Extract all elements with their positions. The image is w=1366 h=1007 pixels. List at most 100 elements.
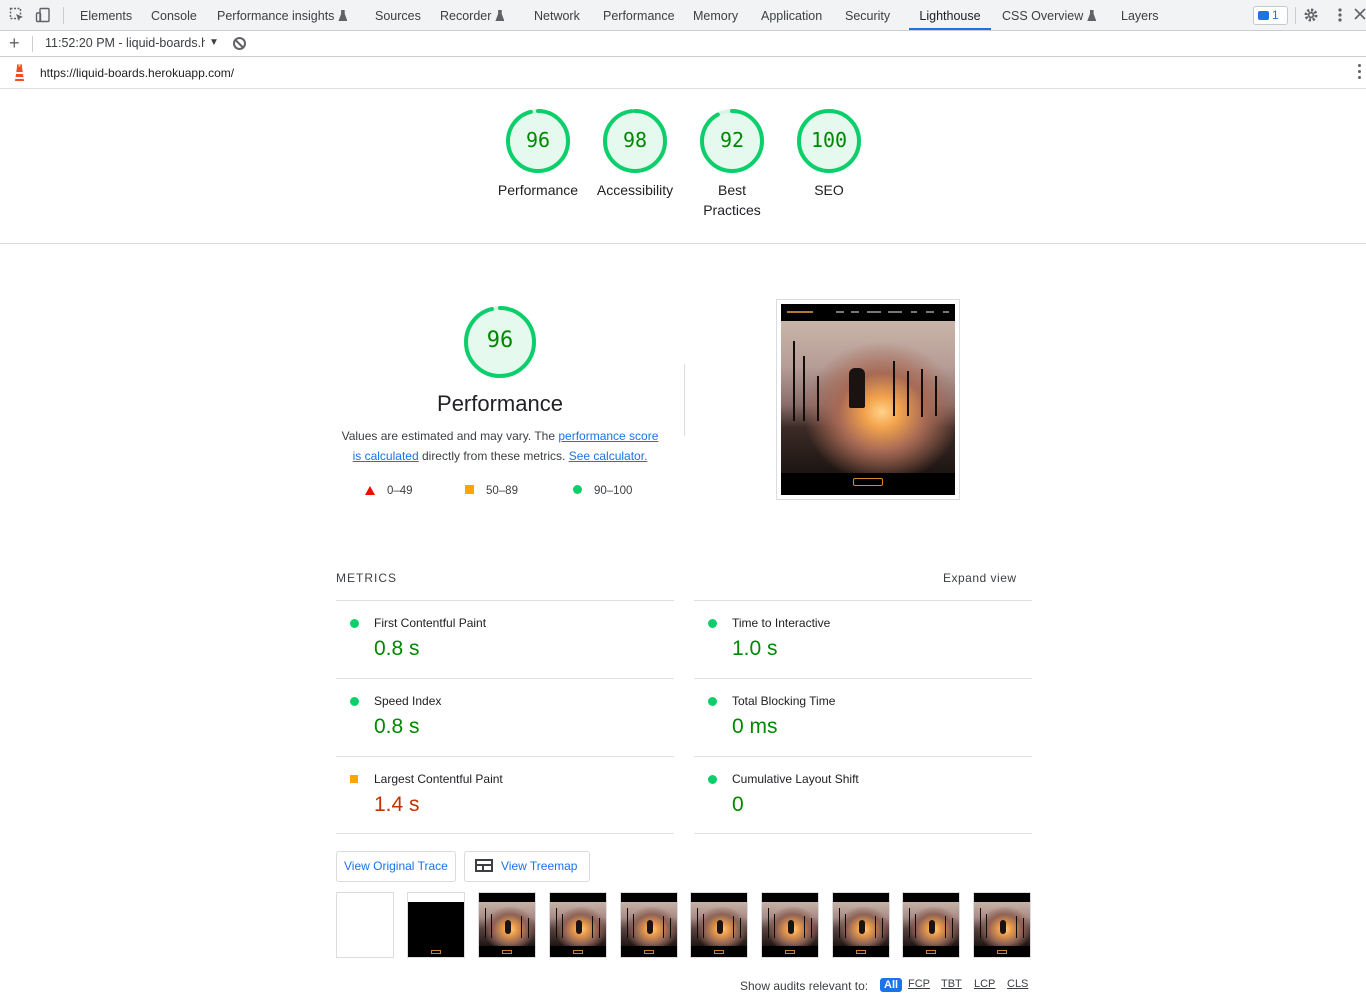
legend-pass: 90–100 xyxy=(573,485,632,497)
pass-circle-icon xyxy=(350,697,359,706)
tab-layers[interactable]: Layers xyxy=(1121,0,1159,30)
metric-tbt: Total Blocking Time 0 ms xyxy=(694,678,1032,756)
filmstrip-frame xyxy=(336,892,394,958)
tab-console[interactable]: Console xyxy=(151,0,197,30)
gauge-seo[interactable]: 100 SEO xyxy=(779,108,879,200)
metric-lcp: Largest Contentful Paint 1.4 s xyxy=(336,756,674,834)
final-screenshot[interactable] xyxy=(776,299,960,500)
tab-css-overview[interactable]: CSS Overview xyxy=(1002,0,1097,30)
metric-name: First Contentful Paint xyxy=(374,616,487,630)
category-label: SEO xyxy=(814,182,844,198)
devtools-tab-bar: Elements Console Performance insights So… xyxy=(0,0,1366,31)
gauge-performance[interactable]: 96 Performance xyxy=(488,108,588,200)
filmstrip-frame xyxy=(832,892,890,958)
tab-label: CSS Overview xyxy=(1002,9,1084,23)
device-toolbar-icon[interactable] xyxy=(35,7,51,23)
score-value: 96 xyxy=(486,328,514,353)
filmstrip-frame xyxy=(690,892,748,958)
legend-average: 50–89 xyxy=(465,485,518,497)
metric-speed-index: Speed Index 0.8 s xyxy=(336,678,674,756)
screenshot-image xyxy=(781,304,955,495)
section-divider xyxy=(0,243,1366,244)
metrics-bottom-rule xyxy=(694,833,1032,834)
tab-performance-insights[interactable]: Performance insights xyxy=(217,0,348,30)
tab-security[interactable]: Security xyxy=(845,0,890,30)
desc-text: Values are estimated and may vary. The xyxy=(341,429,559,443)
toolbar-divider xyxy=(63,7,64,24)
average-square-icon xyxy=(350,775,358,783)
lighthouse-logo-icon xyxy=(15,64,24,81)
tab-performance[interactable]: Performance xyxy=(603,0,675,30)
show-audits-label: Show audits relevant to: xyxy=(740,979,869,993)
filmstrip-frame xyxy=(407,892,465,958)
skater-silhouette xyxy=(849,368,865,408)
message-icon xyxy=(1258,11,1269,20)
filter-tbt[interactable]: TBT xyxy=(941,978,962,990)
settings-gear-icon[interactable] xyxy=(1303,7,1319,23)
tab-recorder[interactable]: Recorder xyxy=(440,0,505,30)
pass-circle-icon xyxy=(708,697,717,706)
experimental-flask-icon xyxy=(1087,10,1097,21)
report-menu-icon[interactable] xyxy=(1358,64,1362,82)
filmstrip-frame xyxy=(902,892,960,958)
metric-value: 1.0 s xyxy=(732,637,778,660)
metric-name: Total Blocking Time xyxy=(732,694,836,708)
report-select[interactable]: 11:52:20 PM - liquid-boards.herokuapp.co… xyxy=(45,36,205,50)
see-calculator-link[interactable]: See calculator. xyxy=(569,449,648,463)
filter-all[interactable]: All xyxy=(880,978,903,992)
issues-button[interactable]: 1 xyxy=(1253,6,1288,25)
filmstrip-frame xyxy=(478,892,536,958)
filmstrip-frame xyxy=(761,892,819,958)
pass-circle-icon xyxy=(350,619,359,628)
category-label: Accessibility xyxy=(596,182,674,198)
dropdown-caret-icon[interactable]: ▼ xyxy=(209,37,219,48)
new-report-plus-icon[interactable]: + xyxy=(9,33,20,53)
filter-fcp[interactable]: FCP xyxy=(908,978,930,990)
site-nav-strip xyxy=(781,304,955,321)
category-label: Best Practices xyxy=(703,182,761,218)
filter-lcp[interactable]: LCP xyxy=(974,978,995,990)
metric-cls: Cumulative Layout Shift 0 xyxy=(694,756,1032,834)
fail-triangle-icon xyxy=(365,486,375,495)
expand-view-toggle[interactable]: Expand view xyxy=(943,571,1017,585)
tab-network[interactable]: Network xyxy=(534,0,580,30)
audited-url: https://liquid-boards.herokuapp.com/ xyxy=(40,66,235,80)
performance-gauge-large: 96 xyxy=(462,305,538,379)
legend-range: 90–100 xyxy=(594,485,633,497)
tab-label: Recorder xyxy=(440,9,492,23)
view-original-trace-button[interactable]: View Original Trace xyxy=(336,851,456,882)
score-value: 96 xyxy=(525,128,551,152)
view-treemap-button[interactable]: View Treemap xyxy=(464,851,591,882)
clear-reports-icon[interactable] xyxy=(233,37,246,50)
gauge-best-practices[interactable]: 92 Best Practices xyxy=(697,108,767,220)
close-devtools-icon[interactable] xyxy=(1352,7,1366,23)
filter-cls[interactable]: CLS xyxy=(1007,978,1028,990)
tab-memory[interactable]: Memory xyxy=(693,0,738,30)
legend-range: 50–89 xyxy=(486,485,518,497)
inspect-element-icon[interactable] xyxy=(9,7,25,23)
pass-circle-icon xyxy=(708,619,717,628)
vertical-divider xyxy=(684,364,685,436)
tab-application[interactable]: Application xyxy=(761,0,822,30)
metric-name: Cumulative Layout Shift xyxy=(732,772,859,786)
metrics-header: METRICS xyxy=(336,571,397,585)
pass-circle-icon xyxy=(573,485,582,494)
hero-photo xyxy=(781,321,955,473)
tab-lighthouse[interactable]: Lighthouse xyxy=(909,0,991,30)
tab-label: Performance insights xyxy=(217,9,335,23)
category-label: Performance xyxy=(497,182,579,198)
metrics-bottom-rule xyxy=(336,833,674,834)
metric-tti: Time to Interactive 1.0 s xyxy=(694,600,1032,678)
metric-value: 0.8 s xyxy=(374,637,420,660)
metric-value: 0 xyxy=(732,793,744,816)
filmstrip-frame xyxy=(549,892,607,958)
tab-elements[interactable]: Elements xyxy=(80,0,132,30)
metric-name: Speed Index xyxy=(374,694,442,708)
tab-sources[interactable]: Sources xyxy=(375,0,421,30)
metric-fcp: First Contentful Paint 0.8 s xyxy=(336,600,674,678)
metric-value: 0 ms xyxy=(732,715,778,738)
average-square-icon xyxy=(465,485,474,494)
gauge-accessibility[interactable]: 98 Accessibility xyxy=(585,108,685,200)
metric-value: 1.4 s xyxy=(374,793,420,816)
more-options-icon[interactable] xyxy=(1332,7,1348,23)
